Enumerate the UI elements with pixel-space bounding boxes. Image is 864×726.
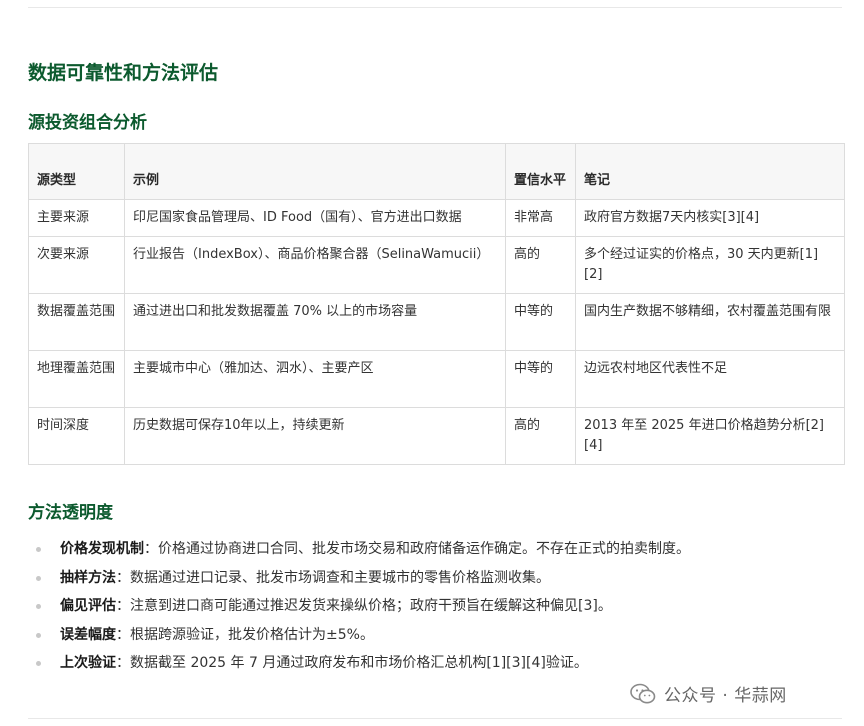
table-row: 时间深度 历史数据可保存10年以上，持续更新 高的 2013 年至 2025 年… bbox=[28, 407, 845, 465]
top-divider bbox=[28, 7, 842, 8]
cell-example: 主要城市中心（雅加达、泗水）、主要产区 bbox=[124, 350, 506, 408]
wechat-icon bbox=[630, 683, 656, 703]
list-item: 价格发现机制：价格通过协商进口合同、批发市场交易和政府储备运作确定。不存在正式的… bbox=[28, 535, 690, 564]
column-header-example: 示例 bbox=[124, 143, 506, 200]
list-item: 抽样方法：数据通过进口记录、批发市场调查和主要城市的零售价格监测收集。 bbox=[28, 564, 690, 593]
item-separator: ： bbox=[116, 626, 130, 643]
cell-example: 通过进出口和批发数据覆盖 70% 以上的市场容量 bbox=[124, 293, 506, 351]
section-heading-source-portfolio: 源投资组合分析 bbox=[28, 113, 147, 133]
cell-confidence: 中等的 bbox=[505, 350, 576, 408]
cell-confidence: 非常高 bbox=[505, 199, 576, 237]
item-text: 数据通过进口记录、批发市场调查和主要城市的零售价格监测收集。 bbox=[130, 569, 550, 586]
cell-example: 行业报告（IndexBox）、商品价格聚合器（SelinaWamucii） bbox=[124, 236, 506, 294]
cell-notes: 边远农村地区代表性不足 bbox=[575, 350, 845, 408]
item-term: 误差幅度 bbox=[60, 626, 116, 643]
item-term: 抽样方法 bbox=[60, 569, 116, 586]
source-portfolio-table: 源类型 示例 置信水平 笔记 主要来源 印尼国家食品管理局、ID Food（国有… bbox=[28, 143, 845, 465]
item-separator: ： bbox=[116, 655, 130, 671]
cell-source-type: 主要来源 bbox=[28, 199, 125, 237]
item-separator: ： bbox=[116, 598, 130, 614]
bottom-divider bbox=[28, 718, 842, 719]
table-row: 数据覆盖范围 通过进出口和批发数据覆盖 70% 以上的市场容量 中等的 国内生产… bbox=[28, 293, 845, 351]
cell-notes: 政府官方数据7天内核实[3][4] bbox=[575, 199, 845, 237]
item-term: 偏见评估 bbox=[60, 598, 116, 614]
item-term: 上次验证 bbox=[60, 655, 116, 671]
list-item: 误差幅度：根据跨源验证，批发价格估计为±5%。 bbox=[28, 621, 690, 650]
cell-example: 历史数据可保存10年以上，持续更新 bbox=[124, 407, 506, 465]
methodology-list: 价格发现机制：价格通过协商进口合同、批发市场交易和政府储备运作确定。不存在正式的… bbox=[28, 535, 690, 678]
section-heading-methodology: 方法透明度 bbox=[28, 503, 113, 523]
cell-source-type: 数据覆盖范围 bbox=[28, 293, 125, 351]
table-header-row: 源类型 示例 置信水平 笔记 bbox=[28, 143, 845, 200]
bullet-icon bbox=[36, 661, 41, 666]
cell-example: 印尼国家食品管理局、ID Food（国有）、官方进出口数据 bbox=[124, 199, 506, 237]
cell-source-type: 次要来源 bbox=[28, 236, 125, 294]
item-text: 价格通过协商进口合同、批发市场交易和政府储备运作确定。不存在正式的拍卖制度。 bbox=[158, 541, 690, 557]
cell-notes: 多个经过证实的价格点，30 天内更新[1][2] bbox=[575, 236, 845, 294]
table-row: 地理覆盖范围 主要城市中心（雅加达、泗水）、主要产区 中等的 边远农村地区代表性… bbox=[28, 350, 845, 408]
item-text: 根据跨源验证，批发价格估计为±5%。 bbox=[130, 626, 374, 643]
cell-notes: 国内生产数据不够精细，农村覆盖范围有限 bbox=[575, 293, 845, 351]
bullet-icon bbox=[36, 575, 41, 581]
column-header-confidence: 置信水平 bbox=[505, 143, 576, 200]
list-item: 上次验证：数据截至 2025 年 7 月通过政府发布和市场价格汇总机构[1][3… bbox=[28, 649, 690, 678]
column-header-notes: 笔记 bbox=[575, 143, 845, 200]
cell-confidence: 中等的 bbox=[505, 293, 576, 351]
item-text: 数据截至 2025 年 7 月通过政府发布和市场价格汇总机构[1][3][4]验… bbox=[130, 655, 588, 671]
item-text: 注意到进口商可能通过推迟发货来操纵价格；政府干预旨在缓解这种偏见[3]。 bbox=[130, 598, 612, 614]
bullet-icon bbox=[36, 604, 41, 609]
column-header-source-type: 源类型 bbox=[28, 143, 125, 200]
cell-notes: 2013 年至 2025 年进口价格趋势分析[2][4] bbox=[575, 407, 845, 465]
table-row: 主要来源 印尼国家食品管理局、ID Food（国有）、官方进出口数据 非常高 政… bbox=[28, 199, 845, 237]
item-separator: ： bbox=[116, 569, 130, 586]
item-separator: ： bbox=[144, 541, 158, 557]
cell-confidence: 高的 bbox=[505, 236, 576, 294]
bullet-icon bbox=[36, 547, 41, 552]
cell-source-type: 地理覆盖范围 bbox=[28, 350, 125, 408]
item-term: 价格发现机制 bbox=[60, 541, 144, 557]
watermark-text: 公众号 · 华蒜网 bbox=[664, 686, 787, 706]
page-heading: 数据可靠性和方法评估 bbox=[28, 62, 219, 84]
bullet-icon bbox=[36, 632, 41, 638]
watermark: 公众号 · 华蒜网 bbox=[630, 681, 787, 706]
cell-confidence: 高的 bbox=[505, 407, 576, 465]
list-item: 偏见评估：注意到进口商可能通过推迟发货来操纵价格；政府干预旨在缓解这种偏见[3]… bbox=[28, 592, 690, 621]
table-row: 次要来源 行业报告（IndexBox）、商品价格聚合器（SelinaWamuci… bbox=[28, 236, 845, 294]
cell-source-type: 时间深度 bbox=[28, 407, 125, 465]
